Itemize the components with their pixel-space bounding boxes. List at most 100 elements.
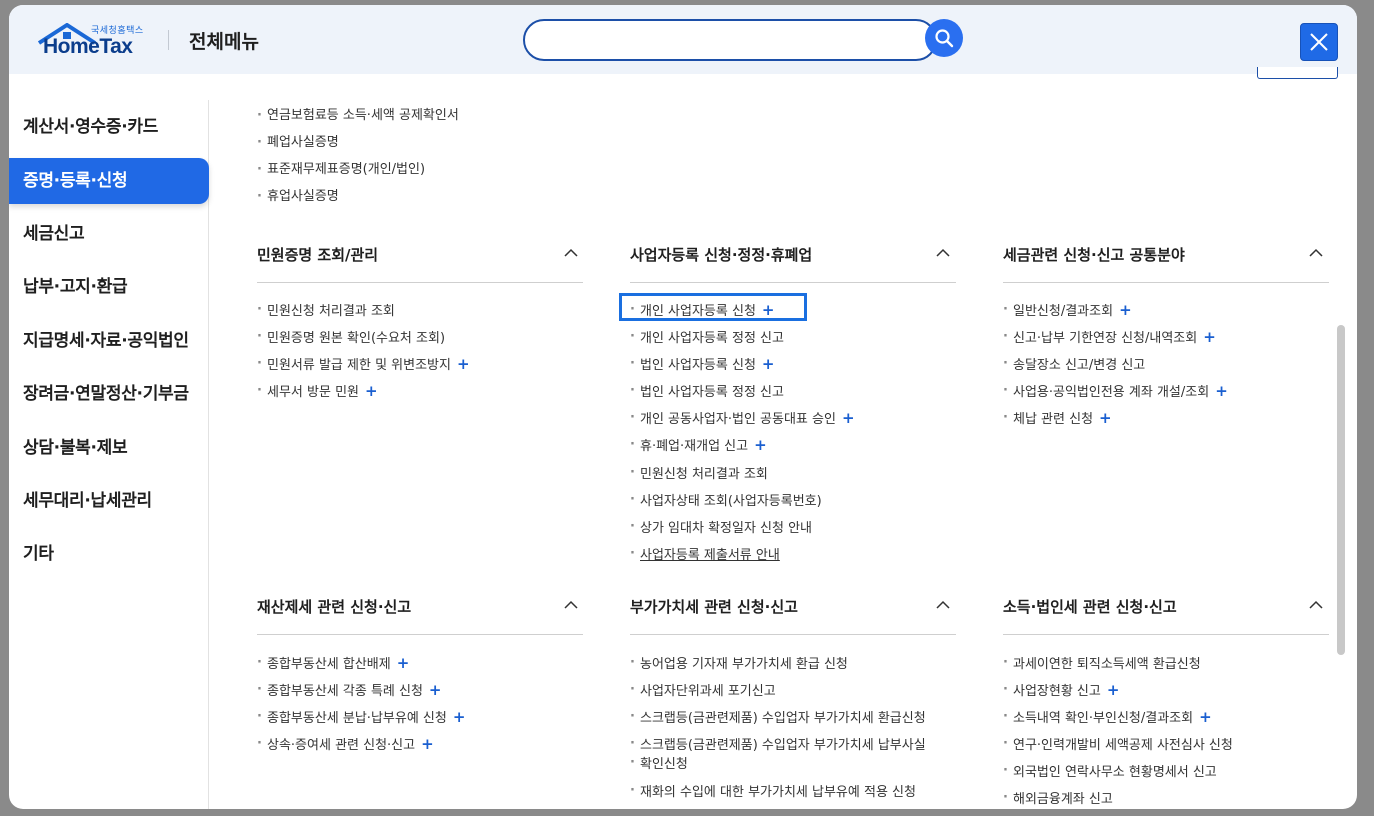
expand-plus-icon[interactable]: +: [762, 301, 775, 319]
full-menu-modal: 국세청홈택스 HomeTax 전체메뉴 계산서·영수증·카드 증명·등록·신청 …: [9, 5, 1357, 809]
sidebar-item-invoice[interactable]: 계산서·영수증·카드: [9, 104, 209, 150]
list-item-label: 표준재무제표증명(개인/법인): [267, 162, 426, 177]
list-item[interactable]: 소득내역 확인·부인신청/결과조회 +: [1003, 708, 1212, 728]
expand-plus-icon[interactable]: +: [1107, 681, 1120, 699]
expand-plus-icon[interactable]: +: [453, 708, 466, 726]
list-item[interactable]: 표준재무제표증명(개인/법인): [257, 161, 425, 179]
list-item[interactable]: 스크랩등(금관련제품) 수입업자 부가가치세 납부사실: [630, 735, 932, 755]
list-item[interactable]: 상가 임대차 확정일자 신청 안내: [630, 518, 818, 538]
expand-plus-icon[interactable]: +: [457, 355, 470, 373]
list-item-label: 법인 사업자등록 정정 신고: [640, 385, 784, 400]
expand-plus-icon[interactable]: +: [762, 355, 775, 373]
list-item[interactable]: 사업자단위과세 포기신고: [630, 681, 782, 701]
list-item[interactable]: 사업용·공익법인전용 계좌 개설/조회 +: [1003, 382, 1228, 402]
expand-plus-icon[interactable]: +: [365, 382, 378, 400]
list-item[interactable]: 일반신청/결과조회 +: [1003, 301, 1132, 321]
list-item[interactable]: 스크랩등(금관련제품) 수입업자 부가가치세 환급신청: [630, 708, 932, 728]
sidebar-item-agent[interactable]: 세무대리·납세관리: [9, 478, 209, 524]
list-item[interactable]: 민원증명 원본 확인(수요처 조회): [257, 328, 451, 348]
list-item[interactable]: 송달장소 신고/변경 신고: [1003, 355, 1151, 375]
section-divider: [630, 634, 956, 635]
close-button[interactable]: [1300, 23, 1338, 61]
scrollbar[interactable]: [1337, 325, 1345, 655]
list-item[interactable]: 체납 관련 신청 +: [1003, 409, 1112, 429]
expand-plus-icon[interactable]: +: [397, 654, 410, 672]
list-item-label: 일반신청/결과조회: [1013, 304, 1114, 319]
list-item[interactable]: 개인 사업자등록 신청 +: [630, 301, 774, 321]
list-item[interactable]: 연구·인력개발비 세액공제 사전심사 신청: [1003, 735, 1239, 755]
expand-plus-icon[interactable]: +: [842, 409, 855, 427]
list-item-label: 확인신청: [640, 757, 688, 772]
search-input[interactable]: [523, 19, 937, 61]
list-item-label: 사업장현황 신고: [1013, 684, 1101, 699]
list-item[interactable]: 종합부동산세 합산배제 +: [257, 654, 409, 674]
list-item[interactable]: 외국법인 연락사무소 현황명세서 신고: [1003, 762, 1223, 782]
expand-plus-icon[interactable]: +: [1215, 382, 1228, 400]
list-item[interactable]: 민원신청 처리결과 조회: [257, 301, 401, 321]
list-item[interactable]: 휴업사실증명: [257, 188, 339, 206]
list-item-label: 체납 관련 신청: [1013, 412, 1094, 427]
list-item[interactable]: 종합부동산세 분납·납부유예 신청 +: [257, 708, 465, 728]
page-title: 전체메뉴: [189, 31, 259, 53]
list-item-label: 상가 임대차 확정일자 신청 안내: [640, 521, 813, 536]
section-title-civil-cert[interactable]: 민원증명 조회/관리: [257, 244, 378, 265]
list-item[interactable]: 사업자등록 제출서류 안내: [630, 545, 786, 565]
list-item[interactable]: 재화의 수입에 대한 부가가치세 납부유예 적용 신청: [630, 782, 922, 802]
list-item[interactable]: 신고·납부 기한연장 신청/내역조회 +: [1003, 328, 1216, 348]
list-item[interactable]: 개인 공동사업자·법인 공동대표 승인 +: [630, 409, 855, 429]
list-item[interactable]: 법인 사업자등록 정정 신고: [630, 382, 790, 402]
expand-plus-icon[interactable]: +: [754, 436, 767, 454]
list-item[interactable]: 개인 사업자등록 정정 신고: [630, 328, 790, 348]
list-item[interactable]: 휴·폐업·재개업 신고 +: [630, 436, 767, 456]
list-item[interactable]: 사업자상태 조회(사업자등록번호): [630, 491, 828, 511]
list-item-label: 사업용·공익법인전용 계좌 개설/조회: [1013, 385, 1210, 400]
sidebar-item-statement[interactable]: 지급명세·자료·공익법인: [9, 318, 209, 364]
section-title-vat[interactable]: 부가가치세 관련 신청·신고: [630, 596, 798, 617]
list-item-label: 민원신청 처리결과 조회: [267, 304, 395, 319]
list-item[interactable]: 폐업사실증명: [257, 134, 339, 152]
list-item-continuation[interactable]: 확인신청: [630, 754, 694, 774]
sidebar-item-payment[interactable]: 납부·고지·환급: [9, 264, 209, 310]
sidebar-item-incentive[interactable]: 장려금·연말정산·기부금: [9, 371, 209, 417]
expand-plus-icon[interactable]: +: [1199, 708, 1212, 726]
list-item[interactable]: 연금보험료등 소득·세액 공제확인서: [257, 107, 459, 125]
sidebar-item-etc[interactable]: 기타: [9, 531, 209, 577]
list-item[interactable]: 민원신청 처리결과 조회: [630, 464, 774, 484]
list-item-label: 연구·인력개발비 세액공제 사전심사 신청: [1013, 738, 1233, 753]
chevron-up-icon[interactable]: [1309, 600, 1323, 610]
list-item[interactable]: 농어업용 기자재 부가가치세 환급 신청: [630, 654, 854, 674]
expand-plus-icon[interactable]: +: [1119, 301, 1132, 319]
list-item[interactable]: 법인 사업자등록 신청 +: [630, 355, 774, 375]
search-button[interactable]: [925, 19, 963, 57]
chevron-up-icon[interactable]: [1309, 248, 1323, 258]
expand-plus-icon[interactable]: +: [1099, 409, 1112, 427]
sidebar-item-tax-report[interactable]: 세금신고: [9, 211, 209, 257]
section-title-common[interactable]: 세금관련 신청·신고 공통분야: [1003, 244, 1185, 265]
section-divider: [1003, 634, 1329, 635]
section-title-income-tax[interactable]: 소득·법인세 관련 신청·신고: [1003, 596, 1177, 617]
list-item-label: 개인 사업자등록 신청: [640, 304, 756, 319]
section-title-property-tax[interactable]: 재산제세 관련 신청·신고: [257, 596, 411, 617]
list-item-label: 과세이연한 퇴직소득세액 환급신청: [1013, 657, 1201, 672]
list-item[interactable]: 사업장현황 신고 +: [1003, 681, 1119, 701]
list-item[interactable]: 종합부동산세 각종 특례 신청 +: [257, 681, 442, 701]
list-item[interactable]: 해외금융계좌 신고: [1003, 789, 1119, 809]
expand-plus-icon[interactable]: +: [1203, 328, 1216, 346]
list-item[interactable]: 과세이연한 퇴직소득세액 환급신청: [1003, 654, 1207, 674]
section-title-biz-registration[interactable]: 사업자등록 신청·정정·휴폐업: [630, 244, 812, 265]
list-item[interactable]: 상속·증여세 관련 신청·신고 +: [257, 735, 434, 755]
section-divider: [257, 282, 583, 283]
logo-wordmark: HomeTax: [43, 35, 133, 58]
chevron-up-icon[interactable]: [564, 248, 578, 258]
expand-plus-icon[interactable]: +: [421, 735, 434, 753]
hometax-logo[interactable]: 국세청홈택스 HomeTax: [37, 23, 152, 61]
list-item-label: 스크랩등(금관련제품) 수입업자 부가가치세 납부사실: [640, 738, 926, 753]
chevron-up-icon[interactable]: [936, 248, 950, 258]
expand-plus-icon[interactable]: +: [429, 681, 442, 699]
sidebar-item-certificate[interactable]: 증명·등록·신청: [9, 158, 209, 204]
list-item[interactable]: 세무서 방문 민원 +: [257, 382, 378, 402]
sidebar-item-consult[interactable]: 상담·불복·제보: [9, 425, 209, 471]
chevron-up-icon[interactable]: [564, 600, 578, 610]
chevron-up-icon[interactable]: [936, 600, 950, 610]
list-item[interactable]: 민원서류 발급 제한 및 위변조방지 +: [257, 355, 470, 375]
